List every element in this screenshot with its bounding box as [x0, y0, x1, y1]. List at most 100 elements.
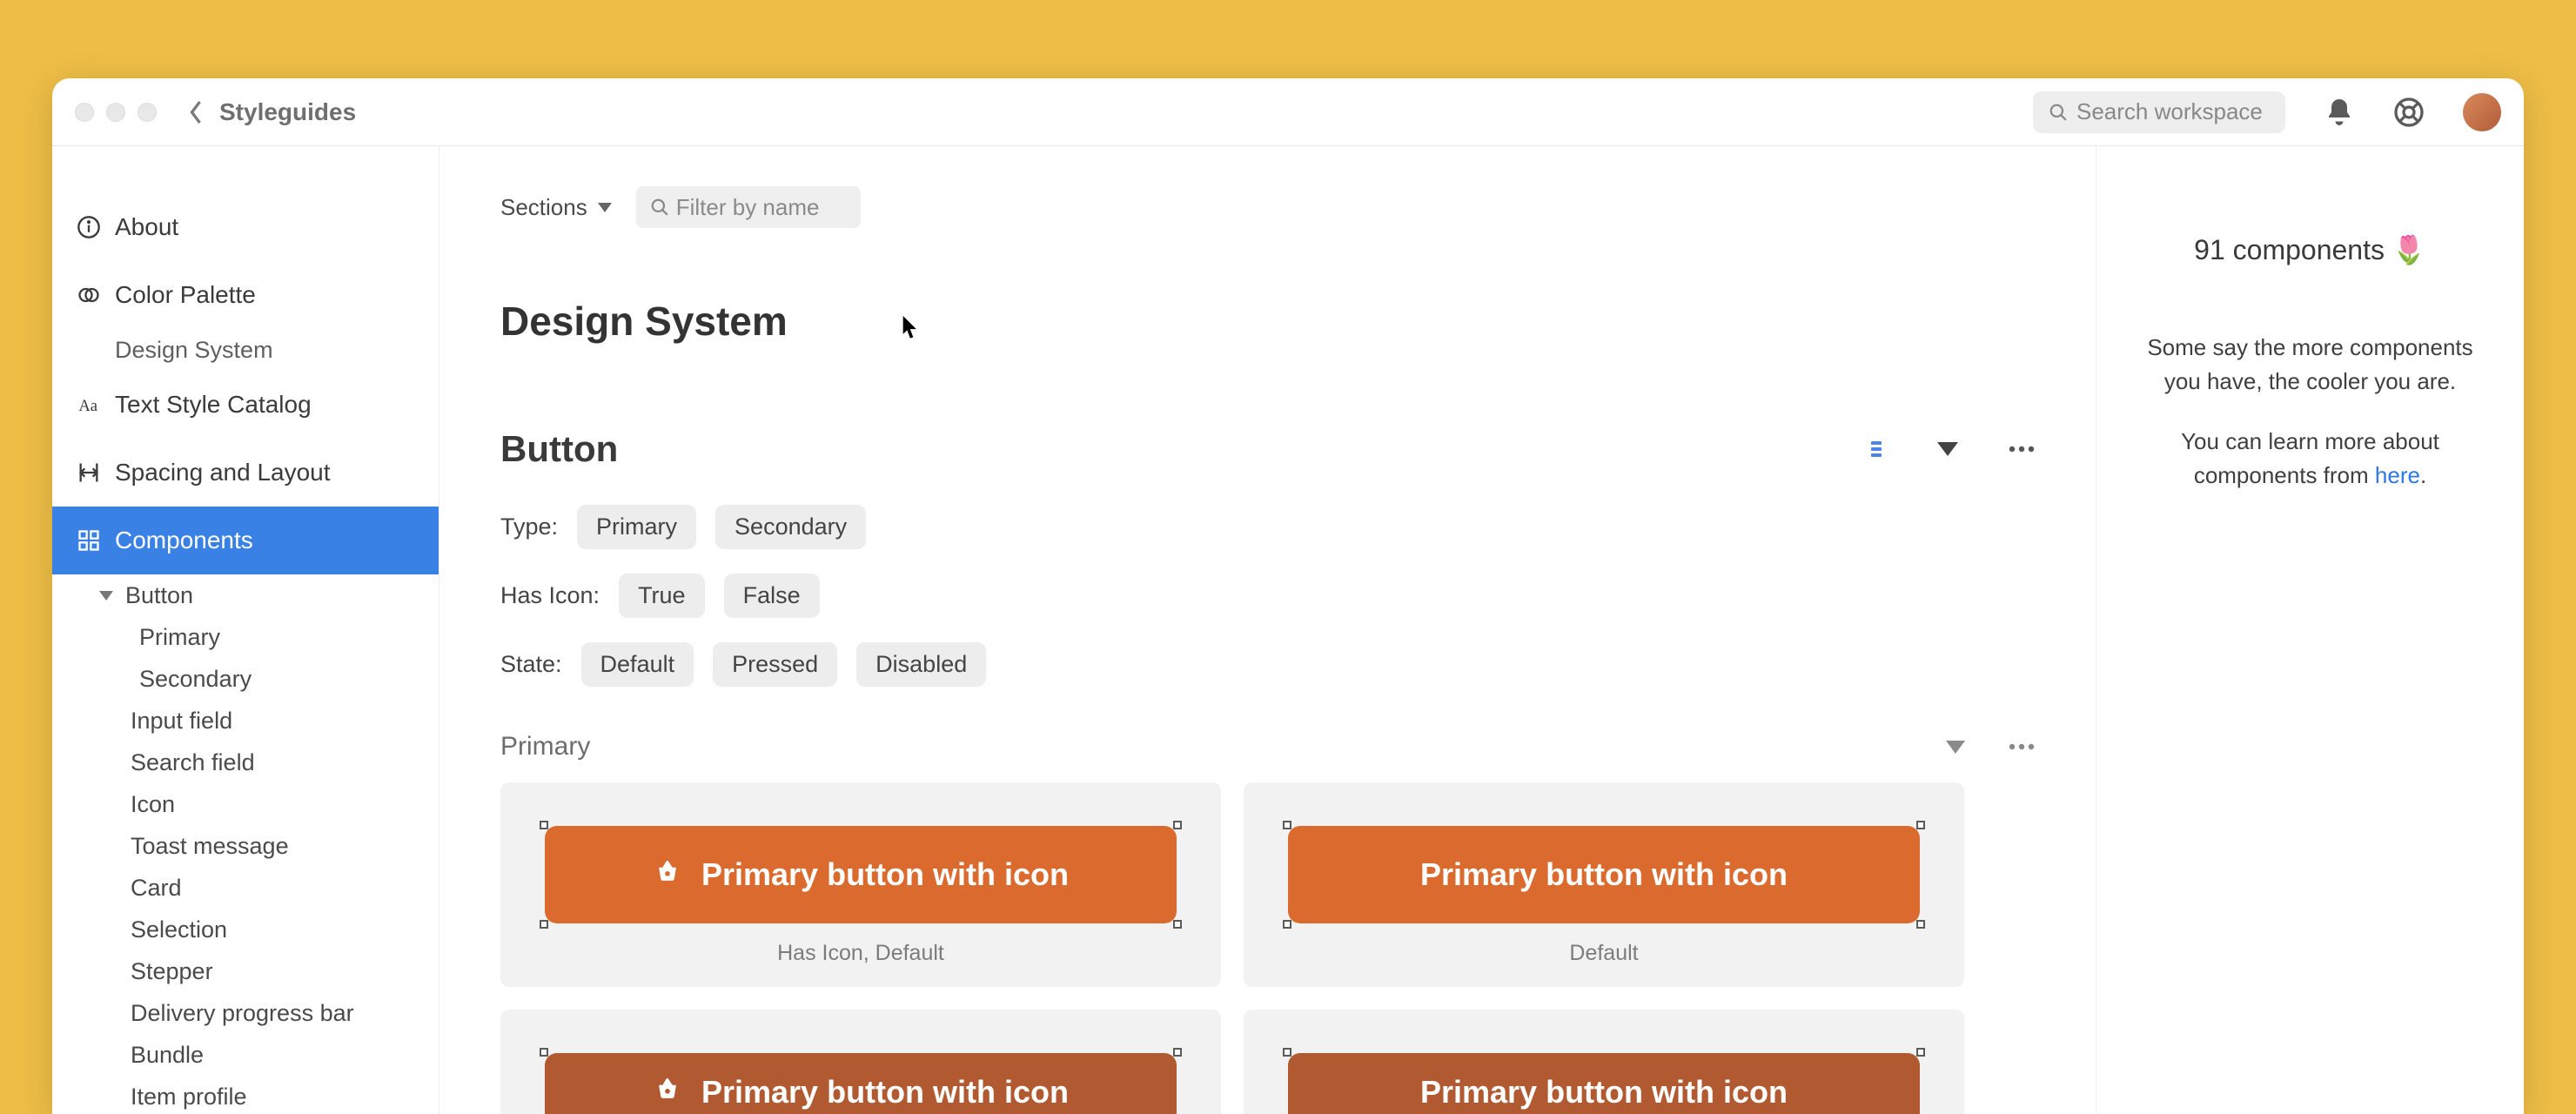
button-label: Primary button with icon	[701, 856, 1069, 893]
learn-more-link[interactable]: here	[2375, 462, 2420, 488]
component-header: Button	[500, 428, 2035, 470]
sections-label: Sections	[500, 194, 587, 221]
selection-handle-icon	[540, 1048, 548, 1057]
sidebar-leaf-input-field[interactable]: Input field	[52, 700, 439, 742]
traffic-close-icon[interactable]	[75, 103, 94, 122]
sidebar-leaf-stepper[interactable]: Stepper	[52, 950, 439, 992]
primary-button-preview: Primary button with icon	[545, 1053, 1177, 1114]
right-panel-text: You can learn more about components from…	[2128, 425, 2492, 493]
primary-button-preview: Primary button with icon	[545, 826, 1177, 923]
basket-icon	[653, 1074, 682, 1111]
palette-icon	[77, 283, 101, 307]
back-button[interactable]	[188, 99, 204, 125]
selection-handle-icon	[1173, 920, 1182, 929]
sidebar-leaf-search-field[interactable]: Search field	[52, 742, 439, 783]
traffic-max-icon[interactable]	[138, 103, 157, 122]
sidebar-subitem-design-system[interactable]: Design System	[52, 329, 439, 371]
sidebar-item-components[interactable]: Components	[52, 507, 439, 574]
component-card[interactable]: Primary button with icon Has Icon, Defau…	[500, 782, 1221, 987]
text-icon: Aa	[77, 393, 101, 417]
filter-box[interactable]	[636, 186, 861, 228]
sidebar-leaf-bundle[interactable]: Bundle	[52, 1034, 439, 1076]
component-title: Button	[500, 428, 1866, 470]
button-label: Primary button with icon	[701, 1074, 1069, 1111]
selection-handle-icon	[1173, 1048, 1182, 1057]
sidebar-item-color-palette[interactable]: Color Palette	[52, 261, 439, 329]
selection-handle-icon	[1283, 920, 1291, 929]
view-mode-button[interactable]	[1866, 439, 1887, 460]
sidebar-item-spacing[interactable]: Spacing and Layout	[52, 439, 439, 507]
search-icon	[650, 198, 669, 217]
sidebar-leaf-icon[interactable]: Icon	[52, 783, 439, 825]
component-card[interactable]: Primary button with icon	[500, 1010, 1221, 1114]
sidebar-item-about[interactable]: About	[52, 193, 439, 261]
pill-hasicon-true[interactable]: True	[619, 574, 705, 618]
sidebar-item-label: Spacing and Layout	[115, 459, 331, 487]
sidebar-leaf-primary[interactable]: Primary	[52, 616, 439, 658]
card-caption: Default	[1569, 941, 1638, 966]
info-icon	[77, 215, 101, 239]
titlebar: Styleguides	[52, 78, 2524, 146]
chevron-down-icon	[99, 591, 113, 601]
sidebar-item-label: Text Style Catalog	[115, 391, 312, 419]
content: Sections Design System Button	[439, 146, 2096, 1114]
more-button[interactable]	[2009, 446, 2035, 453]
breadcrumb[interactable]: Styleguides	[219, 98, 356, 126]
selection-handle-icon	[540, 920, 548, 929]
svg-text:Aa: Aa	[78, 397, 97, 415]
selection-handle-icon	[1283, 1048, 1291, 1057]
grid-icon	[77, 528, 101, 553]
search-icon	[2049, 103, 2068, 122]
sidebar-leaf-selection[interactable]: Selection	[52, 909, 439, 950]
variant-more-button[interactable]	[2009, 743, 2035, 750]
app-window: Styleguides About Color Palette	[52, 78, 2524, 1114]
filter-label: State:	[500, 651, 562, 678]
sidebar-leaf-item-profile[interactable]: Item profile	[52, 1076, 439, 1114]
pill-type-primary[interactable]: Primary	[577, 505, 696, 549]
pill-hasicon-false[interactable]: False	[724, 574, 820, 618]
button-label: Primary button with icon	[1420, 1074, 1788, 1111]
sidebar-item-text-style[interactable]: Aa Text Style Catalog	[52, 371, 439, 439]
filter-label: Type:	[500, 513, 558, 540]
filter-row-hasicon: Has Icon: True False	[500, 574, 2035, 618]
variant-header: Primary	[500, 732, 2035, 762]
sidebar-leaf-card[interactable]: Card	[52, 867, 439, 909]
pill-type-secondary[interactable]: Secondary	[715, 505, 866, 549]
basket-icon	[653, 856, 682, 894]
sidebar-leaf-toast[interactable]: Toast message	[52, 825, 439, 867]
sidebar-item-label: Color Palette	[115, 281, 256, 309]
cards-grid: Primary button with icon Has Icon, Defau…	[500, 782, 2035, 1114]
pill-state-pressed[interactable]: Pressed	[713, 642, 837, 687]
sidebar-leaf-delivery[interactable]: Delivery progress bar	[52, 992, 439, 1034]
sidebar-tree-button[interactable]: Button	[52, 574, 439, 616]
component-card[interactable]: Primary button with icon Default	[1244, 782, 1964, 987]
sidebar-item-label: Design System	[115, 337, 273, 364]
sidebar-item-label: Components	[115, 527, 253, 554]
notifications-button[interactable]	[2324, 97, 2355, 128]
pill-state-disabled[interactable]: Disabled	[856, 642, 986, 687]
help-button[interactable]	[2393, 97, 2425, 128]
content-toolbar: Sections	[500, 186, 2035, 228]
workspace-search-input[interactable]	[2076, 98, 2270, 125]
card-caption: Has Icon, Default	[777, 941, 944, 966]
traffic-min-icon[interactable]	[106, 103, 125, 122]
traffic-lights	[75, 103, 157, 122]
component-card[interactable]: Primary button with icon	[1244, 1010, 1964, 1114]
pill-state-default[interactable]: Default	[581, 642, 694, 687]
filter-row-state: State: Default Pressed Disabled	[500, 642, 2035, 687]
sidebar-item-label: About	[115, 213, 178, 241]
button-label: Primary button with icon	[1420, 856, 1788, 893]
sidebar-leaf-secondary[interactable]: Secondary	[52, 658, 439, 700]
sections-dropdown[interactable]: Sections	[500, 194, 612, 221]
selection-handle-icon	[1916, 821, 1925, 829]
filter-label: Has Icon:	[500, 582, 600, 609]
variant-collapse-button[interactable]	[1946, 741, 1965, 754]
avatar[interactable]	[2463, 93, 2501, 131]
component-count: 91 components 🌷	[2128, 233, 2492, 266]
selection-handle-icon	[1916, 920, 1925, 929]
collapse-button[interactable]	[1937, 442, 1958, 456]
component-count-text: 91 components	[2194, 234, 2385, 266]
workspace-search[interactable]	[2033, 91, 2285, 133]
page-title: Design System	[500, 298, 2035, 345]
filter-input[interactable]	[676, 194, 847, 221]
